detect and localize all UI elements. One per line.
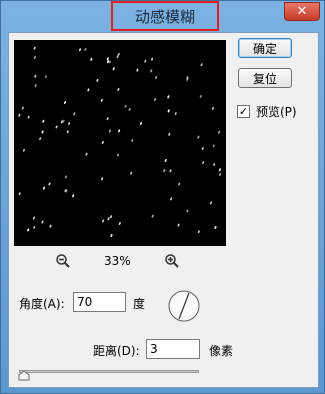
preview-image[interactable]: [14, 40, 226, 246]
dialog-body: 确定 复位 ✓ 预览(P) 33% 角度(A): 70 度 距离(D): 3 像…: [8, 32, 319, 388]
window-title: 动感模糊: [111, 1, 219, 31]
reset-button[interactable]: 复位: [238, 68, 292, 88]
preview-checkbox[interactable]: ✓: [237, 105, 250, 118]
checkmark-icon: ✓: [238, 105, 249, 118]
preview-label[interactable]: 预览(P): [256, 103, 297, 120]
close-icon: ✕: [296, 4, 308, 19]
angle-input[interactable]: 70: [73, 292, 126, 312]
title-bar[interactable]: 动感模糊 ✕: [1, 1, 324, 31]
zoom-in-icon[interactable]: [164, 253, 180, 269]
distance-unit: 像素: [209, 344, 234, 358]
distance-slider-track[interactable]: [19, 370, 199, 373]
distance-input[interactable]: 3: [146, 339, 200, 359]
angle-dial[interactable]: [167, 289, 201, 323]
zoom-out-icon[interactable]: [55, 253, 71, 269]
ok-button[interactable]: 确定: [238, 38, 292, 58]
distance-slider-thumb[interactable]: [18, 371, 30, 381]
angle-label: 角度(A):: [19, 297, 65, 311]
distance-label: 距离(D):: [93, 344, 140, 358]
angle-unit: 度: [133, 297, 146, 311]
close-button[interactable]: ✕: [284, 2, 320, 21]
dialog-window: 动感模糊 ✕ 确定 复位 ✓ 预览(P) 33% 角度(A): 70 度 距离(…: [0, 0, 325, 394]
zoom-level: 33%: [104, 254, 131, 268]
